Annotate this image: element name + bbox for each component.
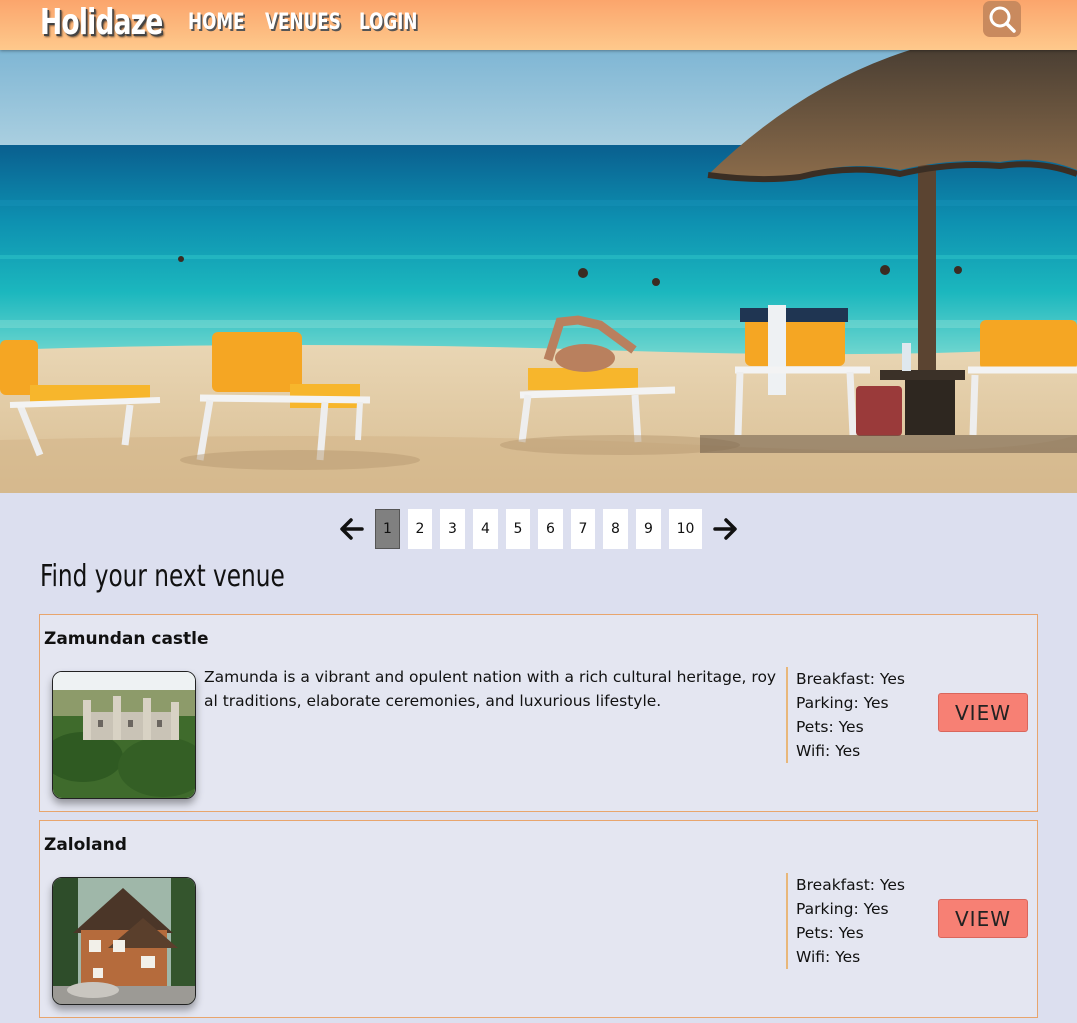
arrow-right-icon[interactable] [711, 515, 739, 543]
page-7[interactable]: 7 [571, 509, 595, 549]
page-10[interactable]: 10 [669, 509, 702, 549]
page-1[interactable]: 1 [375, 509, 400, 549]
page-title: Find your next venue [40, 559, 285, 594]
venue-card: Zamundan castle Zamunda is a vibrant and… [39, 614, 1038, 812]
pagination: 1 2 3 4 5 6 7 8 9 10 [0, 509, 1077, 549]
page-6[interactable]: 6 [538, 509, 563, 549]
nav-login-link[interactable]: LOGIN [359, 8, 418, 38]
site-logo[interactable]: Holidaze [40, 1, 163, 45]
venue-amenities: Breakfast: Yes Parking: Yes Pets: Yes Wi… [786, 667, 905, 763]
castle-image [53, 672, 195, 798]
page-5[interactable]: 5 [506, 509, 530, 549]
nav-venues-link[interactable]: VENUES [265, 8, 341, 38]
amenity-wifi: Wifi: Yes [796, 742, 861, 760]
hero-banner [0, 50, 1077, 493]
amenity-breakfast: Breakfast: Yes [796, 876, 905, 894]
search-icon [989, 6, 1016, 33]
arrow-left-icon[interactable] [338, 515, 366, 543]
cabin-image [53, 878, 195, 1004]
amenity-breakfast: Breakfast: Yes [796, 670, 905, 688]
venue-name: Zamundan castle [44, 629, 209, 649]
venue-card: Zaloland Breakfast: Yes Parking: Yes Pet… [39, 820, 1038, 1018]
page-2[interactable]: 2 [408, 509, 432, 549]
amenity-parking: Parking: Yes [796, 694, 889, 712]
venue-image[interactable] [52, 671, 196, 799]
amenity-pets: Pets: Yes [796, 924, 864, 942]
view-button[interactable]: VIEW [938, 899, 1028, 938]
page-9[interactable]: 9 [636, 509, 661, 549]
amenity-wifi: Wifi: Yes [796, 948, 861, 966]
view-button[interactable]: VIEW [938, 693, 1028, 732]
amenity-parking: Parking: Yes [796, 900, 889, 918]
site-header: Holidaze HOME VENUES LOGIN [0, 0, 1077, 50]
venue-name: Zaloland [44, 835, 127, 855]
search-button[interactable] [983, 1, 1021, 37]
nav-home-link[interactable]: HOME [188, 8, 245, 38]
hero-beach-image [0, 50, 1077, 493]
page-4[interactable]: 4 [473, 509, 498, 549]
venue-image[interactable] [52, 877, 196, 1005]
amenity-pets: Pets: Yes [796, 718, 864, 736]
venue-description: Zamunda is a vibrant and opulent nation … [204, 668, 777, 710]
page-8[interactable]: 8 [603, 509, 628, 549]
page-3[interactable]: 3 [440, 509, 465, 549]
venue-amenities: Breakfast: Yes Parking: Yes Pets: Yes Wi… [786, 873, 905, 969]
